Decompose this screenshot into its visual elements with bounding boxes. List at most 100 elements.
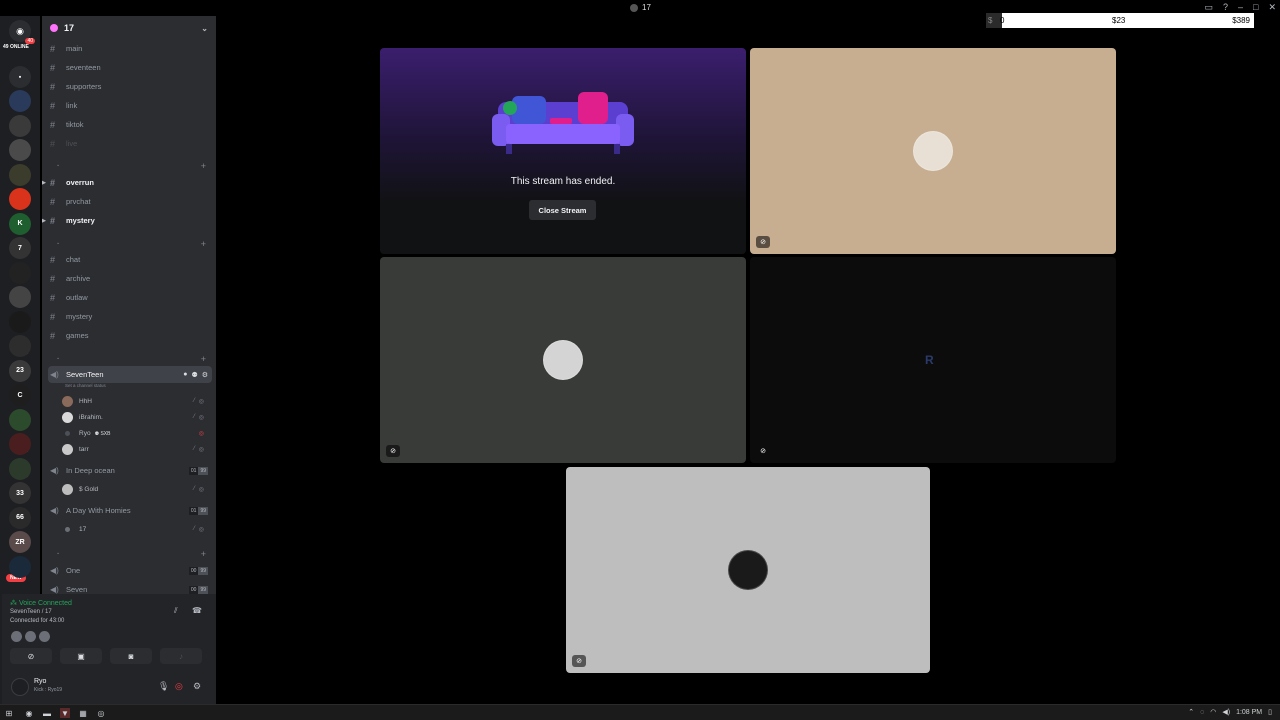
clock[interactable]: 1:08 PM xyxy=(1236,709,1262,716)
channel-link[interactable]: # link xyxy=(48,97,212,114)
voice-channel-seven[interactable]: ◀) Seven 00 99 xyxy=(48,581,212,594)
minimize-icon[interactable]: – xyxy=(1238,2,1243,13)
server-icon[interactable] xyxy=(9,286,31,308)
user-avatar[interactable] xyxy=(11,678,29,696)
channel-tiktok[interactable]: # tiktok xyxy=(48,116,212,133)
close-stream-button[interactable]: Close Stream xyxy=(529,200,596,220)
chat-bubble-icon[interactable]: ● xyxy=(183,371,187,379)
notification-icon[interactable]: ▯ xyxy=(1268,708,1272,716)
app-icon[interactable]: ▦ xyxy=(78,708,88,718)
avatar[interactable] xyxy=(11,631,22,642)
channel-live[interactable]: # live xyxy=(48,135,212,152)
server-icon[interactable] xyxy=(9,310,31,333)
help-icon[interactable]: ? xyxy=(1223,2,1228,13)
direct-messages-icon[interactable]: ▪ xyxy=(9,66,31,88)
server-icon[interactable]: 7 xyxy=(9,237,31,259)
channel-main[interactable]: # main xyxy=(48,40,212,57)
server-icon[interactable]: 23 xyxy=(9,359,31,382)
user-name[interactable]: Ryo xyxy=(34,678,46,685)
activities-button[interactable]: ◙ xyxy=(110,648,152,664)
server-icon[interactable]: 66 xyxy=(9,506,31,529)
participant-tile[interactable]: ⊘ xyxy=(380,257,746,463)
server-icon[interactable]: C xyxy=(9,384,31,406)
close-icon[interactable]: ✕ xyxy=(1268,2,1276,13)
inbox-icon[interactable]: ▭ xyxy=(1204,2,1213,13)
tray-icon[interactable]: ◌ xyxy=(1200,709,1204,716)
disconnect-icon[interactable]: ☎ xyxy=(192,606,202,615)
channel-seventeen[interactable]: # seventeen xyxy=(48,59,212,76)
user-settings-icon[interactable]: ⚙ xyxy=(193,681,201,692)
screen-share-button[interactable]: ▣ xyxy=(60,648,102,664)
microphone-icon[interactable]: 🎙︎ xyxy=(158,681,169,692)
chevron-down-icon[interactable]: ⌄ xyxy=(201,24,208,33)
settings-gear-icon[interactable]: ⚙ xyxy=(202,371,208,379)
channel-supporters[interactable]: # supporters xyxy=(48,78,212,95)
channel-mystery-2[interactable]: # mystery xyxy=(48,308,212,325)
home-button[interactable]: ◉ 40 xyxy=(9,20,35,44)
server-icon[interactable]: 3 xyxy=(9,555,31,578)
folder-icon[interactable]: ▬ xyxy=(42,708,52,718)
participant-tile[interactable]: ⊘ xyxy=(750,48,1116,254)
server-icon[interactable] xyxy=(9,163,31,186)
add-member-icon[interactable]: ⚉ xyxy=(191,371,197,379)
chevron-down-icon[interactable]: ⌄ xyxy=(56,240,60,246)
chevron-down-icon[interactable]: ⌄ xyxy=(56,550,60,556)
voice-channel-day-with-homies[interactable]: ◀) A Day With Homies 01 99 xyxy=(48,502,212,519)
voice-status[interactable]: ⁂ Voice Connected xyxy=(10,599,72,607)
voice-channel-path[interactable]: SevenTeen / 17 xyxy=(10,609,52,615)
channel-mystery[interactable]: ▶ # mystery xyxy=(42,212,212,229)
server-icon[interactable]: 21 xyxy=(9,335,31,357)
headphones-deafened-icon[interactable]: ◎ xyxy=(175,681,183,692)
channel-status-hint[interactable]: Set a channel status xyxy=(65,383,106,388)
chevron-down-icon[interactable]: ⌄ xyxy=(56,355,60,361)
server-icon[interactable]: 12 xyxy=(9,457,31,480)
voice-channel-one[interactable]: ◀) One 00 99 xyxy=(48,562,212,579)
browser-icon[interactable]: ▼ xyxy=(60,708,70,718)
noise-suppression-icon[interactable]: ⫽ xyxy=(174,606,178,616)
channel-chat[interactable]: # chat xyxy=(48,251,212,268)
add-channel-icon[interactable]: + xyxy=(201,354,206,364)
server-icon[interactable]: 61 xyxy=(9,433,31,455)
voice-member[interactable]: tarr ⁄ ◎ xyxy=(62,442,212,457)
channel-overrun[interactable]: ▶ # overrun xyxy=(42,174,212,191)
server-icon[interactable] xyxy=(9,114,31,137)
add-channel-icon[interactable]: + xyxy=(201,239,206,249)
voice-member[interactable]: iBrahim. ⁄ ◎ xyxy=(62,410,212,425)
voice-channel-deep-ocean[interactable]: ◀) In Deep ocean 01 99 xyxy=(48,462,212,479)
avatar[interactable] xyxy=(39,631,50,642)
soundboard-button[interactable]: ♪ xyxy=(160,648,202,664)
server-icon[interactable]: 33 xyxy=(9,482,31,504)
participant-tile[interactable]: R ⊘ xyxy=(750,257,1116,463)
add-channel-icon[interactable]: + xyxy=(201,161,206,171)
voice-member[interactable]: $ Gold ⁄ ◎ xyxy=(62,482,212,497)
voice-member[interactable]: HhH ⁄ ◎ xyxy=(62,394,212,409)
server-icon[interactable] xyxy=(9,408,31,431)
server-icon[interactable]: ZR xyxy=(9,531,31,553)
server-icon[interactable] xyxy=(9,188,31,210)
app-icon[interactable]: ◎ xyxy=(96,708,106,718)
app-icon[interactable]: ◉ xyxy=(24,708,34,718)
stream-tile[interactable]: This stream has ended. Close Stream xyxy=(380,48,746,254)
server-icon[interactable] xyxy=(9,90,31,112)
voice-channel-seventeen[interactable]: ◀) SevenTeen ● ⚉ ⚙ xyxy=(48,366,212,383)
server-icon[interactable] xyxy=(9,261,31,284)
chevron-down-icon[interactable]: ⌄ xyxy=(56,162,60,168)
server-icon[interactable] xyxy=(9,139,31,161)
participant-tile[interactable]: ⊘ xyxy=(566,467,930,673)
avatar[interactable] xyxy=(25,631,36,642)
voice-member[interactable]: 17 ⁄ ◎ xyxy=(62,522,212,537)
camera-off-button[interactable]: ⊘ xyxy=(10,648,52,664)
channel-outlaw[interactable]: # outlaw xyxy=(48,289,212,306)
volume-icon[interactable]: ◀) xyxy=(1222,708,1230,716)
channel-games[interactable]: # games xyxy=(48,327,212,344)
voice-member[interactable]: Ryo ⚉ SXB ◎ xyxy=(62,426,212,441)
channel-archive[interactable]: # archive xyxy=(48,270,212,287)
server-header[interactable]: 17 ⌄ xyxy=(42,16,216,40)
maximize-icon[interactable]: □ xyxy=(1253,2,1258,13)
channel-prvchat[interactable]: # prvchat xyxy=(48,193,212,210)
start-icon[interactable]: ⊞ xyxy=(4,708,14,718)
add-channel-icon[interactable]: + xyxy=(201,549,206,559)
chevron-up-icon[interactable]: ⌃ xyxy=(1188,708,1194,716)
server-icon[interactable]: K xyxy=(9,212,31,235)
wifi-icon[interactable]: ◠ xyxy=(1210,708,1216,716)
